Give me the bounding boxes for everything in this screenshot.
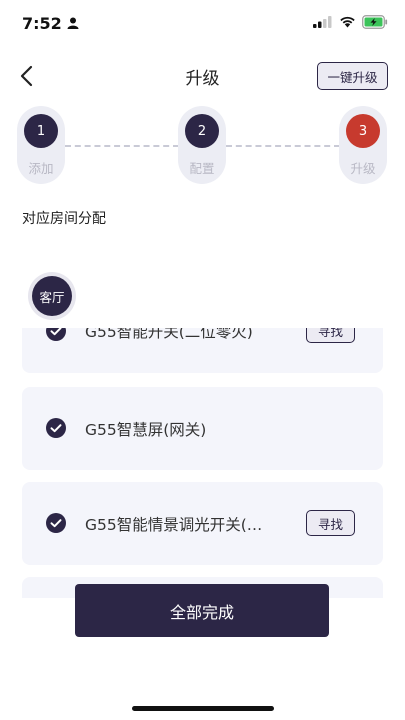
step-upgrade: 3 升级 bbox=[339, 106, 387, 184]
status-time: 7:52 bbox=[22, 14, 62, 33]
device-list[interactable]: G55智能开关(二位零火) 寻找 G55智慧屏(网关) G55智能情景调光开关(… bbox=[22, 328, 383, 598]
signal-icon bbox=[313, 16, 332, 28]
checked-circle-icon[interactable] bbox=[46, 328, 66, 341]
checked-circle-icon[interactable] bbox=[46, 513, 66, 533]
step-add: 1 添加 bbox=[17, 106, 65, 184]
room-label: 客厅 bbox=[32, 276, 72, 316]
find-button[interactable]: 寻找 bbox=[306, 510, 355, 536]
battery-charging-icon bbox=[362, 15, 388, 29]
step-connector bbox=[226, 145, 340, 147]
device-name: G55智慧屏(网关) bbox=[85, 421, 207, 439]
section-title: 对应房间分配 bbox=[22, 211, 106, 227]
room-tab-living-room[interactable]: 客厅 bbox=[28, 272, 76, 320]
step-label: 添加 bbox=[28, 161, 54, 176]
step-configure: 2 配置 bbox=[178, 106, 226, 184]
step-label: 配置 bbox=[189, 161, 215, 176]
home-indicator[interactable] bbox=[132, 706, 274, 711]
checked-circle-icon[interactable] bbox=[46, 418, 66, 438]
find-button[interactable]: 寻找 bbox=[306, 328, 355, 343]
device-card[interactable]: G55智能开关(二位零火) 寻找 bbox=[22, 328, 383, 373]
status-bar: 7:52 bbox=[0, 0, 405, 44]
device-name: G55智能开关(二位零火) bbox=[85, 328, 253, 341]
step-connector bbox=[65, 145, 179, 147]
step-number: 1 bbox=[24, 114, 58, 148]
person-icon bbox=[67, 17, 79, 29]
device-card[interactable]: G55智能情景调光开关(… 寻找 bbox=[22, 482, 383, 565]
device-name: G55智能情景调光开关(… bbox=[85, 516, 263, 534]
finish-all-button[interactable]: 全部完成 bbox=[75, 584, 329, 637]
nav-bar: 升级 一键升级 bbox=[0, 52, 405, 100]
step-number: 2 bbox=[185, 114, 219, 148]
upgrade-all-button[interactable]: 一键升级 bbox=[317, 62, 388, 90]
wifi-icon bbox=[340, 16, 355, 28]
progress-stepper: 1 添加 2 配置 3 升级 bbox=[0, 106, 405, 186]
device-card[interactable]: G55智慧屏(网关) bbox=[22, 387, 383, 470]
step-number: 3 bbox=[346, 114, 380, 148]
step-label: 升级 bbox=[350, 161, 376, 176]
